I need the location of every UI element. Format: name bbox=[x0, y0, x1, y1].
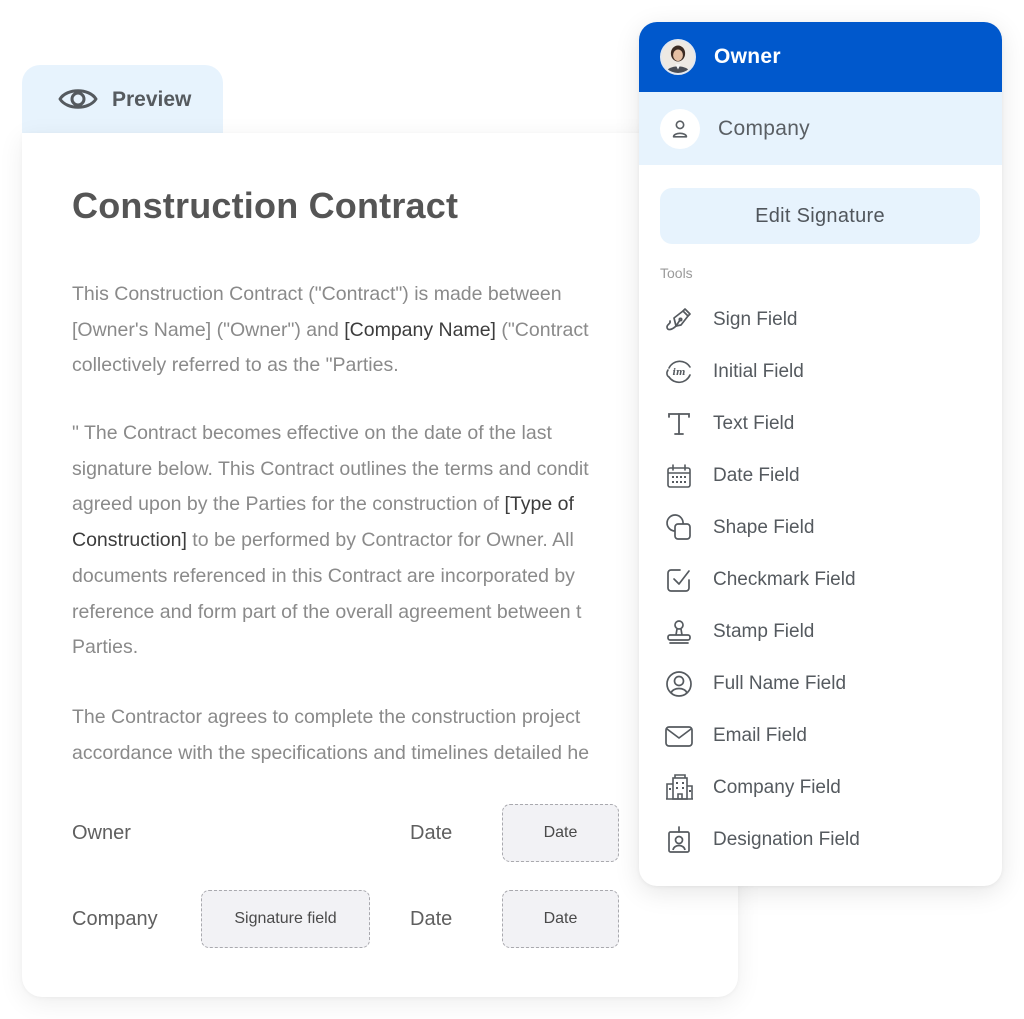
tool-label: Text Field bbox=[713, 413, 795, 434]
owner-date-field[interactable]: Date bbox=[502, 804, 619, 862]
company-date-field[interactable]: Date bbox=[502, 890, 619, 948]
placeholder-text: [Company Name] bbox=[344, 318, 496, 341]
edit-signature-button[interactable]: Edit Signature bbox=[660, 188, 980, 244]
tool-label: Checkmark Field bbox=[713, 569, 856, 590]
pen-nib-icon bbox=[666, 308, 691, 331]
tools-heading: Tools bbox=[660, 265, 693, 281]
tool-sign-field[interactable]: Sign Field bbox=[663, 294, 983, 346]
body-text: documents referenced in this Contract ar… bbox=[72, 564, 575, 587]
paragraph-line: Construction] to be performed by Contrac… bbox=[72, 523, 712, 559]
paragraph-line: Parties. bbox=[72, 630, 712, 666]
tool-label: Shape Field bbox=[713, 517, 815, 538]
owner-party-label: Owner bbox=[72, 822, 131, 844]
tool-label: Company Field bbox=[713, 777, 841, 798]
tool-designation-field[interactable]: Designation Field bbox=[663, 814, 983, 866]
owner-avatar bbox=[660, 39, 696, 75]
company-signature-field[interactable]: Signature field bbox=[201, 890, 370, 948]
contract-paragraph: This Construction Contract ("Contract") … bbox=[72, 277, 712, 384]
tool-email-field[interactable]: Email Field bbox=[663, 710, 983, 762]
tool-stamp-field[interactable]: Stamp Field bbox=[663, 606, 983, 658]
tool-text-field[interactable]: Text Field bbox=[663, 398, 983, 450]
paragraph-line: agreed upon by the Parties for the const… bbox=[72, 487, 712, 523]
tool-label: Stamp Field bbox=[713, 621, 815, 642]
body-text: [Owner's Name] ("Owner") and bbox=[72, 318, 345, 341]
role-owner-label: Owner bbox=[714, 45, 781, 68]
tools-list: Sign Field im Initial Field Text Field D… bbox=[663, 294, 983, 866]
calendar-icon bbox=[667, 464, 691, 488]
body-text: reference and form part of the overall a… bbox=[72, 600, 582, 623]
body-text: signature below. This Contract outlines … bbox=[72, 457, 589, 480]
svg-text:im: im bbox=[673, 368, 686, 378]
tool-initial-field[interactable]: im Initial Field bbox=[663, 346, 983, 398]
document-title: Construction Contract bbox=[72, 185, 459, 226]
body-text: collectively referred to as the "Parties… bbox=[72, 354, 399, 377]
tool-shape-field[interactable]: Shape Field bbox=[663, 502, 983, 554]
role-company-label: Company bbox=[718, 116, 810, 140]
body-text: This Construction Contract ("Contract") … bbox=[72, 283, 562, 305]
contract-paragraph: " The Contract becomes effective on the … bbox=[72, 416, 712, 666]
paragraph-line: " The Contract becomes effective on the … bbox=[72, 416, 712, 452]
owner-date-label: Date bbox=[410, 822, 453, 844]
body-text: agreed upon by the Parties for the const… bbox=[72, 493, 505, 516]
tool-label: Initial Field bbox=[713, 361, 804, 382]
role-owner[interactable]: Owner bbox=[639, 22, 1002, 92]
preview-tab-label: Preview bbox=[112, 88, 192, 111]
body-text: accordance with the specifications and t… bbox=[72, 741, 590, 764]
paragraph-line: collectively referred to as the "Parties… bbox=[72, 348, 712, 384]
placeholder-text: Construction] bbox=[72, 529, 187, 552]
body-text: to be performed by Contractor for Owner.… bbox=[186, 529, 574, 552]
tool-label: Full Name Field bbox=[713, 673, 847, 694]
person-icon bbox=[672, 119, 688, 138]
building-icon bbox=[666, 774, 693, 800]
contract-paragraph: The Contractor agrees to complete the co… bbox=[72, 700, 712, 771]
paragraph-line: signature below. This Contract outlines … bbox=[72, 452, 712, 488]
shapes-icon bbox=[666, 514, 691, 540]
tool-date-field[interactable]: Date Field bbox=[663, 450, 983, 502]
company-party-label: Company bbox=[72, 908, 158, 930]
tool-company-field[interactable]: Company Field bbox=[663, 762, 983, 814]
paragraph-line: This Construction Contract ("Contract") … bbox=[72, 277, 712, 313]
stamp-icon bbox=[667, 620, 691, 644]
paragraph-line: [Owner's Name] ("Owner") and [Company Na… bbox=[72, 313, 712, 349]
tool-label: Designation Field bbox=[713, 829, 860, 850]
tool-label: Date Field bbox=[713, 465, 800, 486]
document-preview: Construction Contract This Construction … bbox=[22, 133, 738, 997]
tool-label: Email Field bbox=[713, 725, 807, 746]
paragraph-line: reference and form part of the overall a… bbox=[72, 595, 712, 631]
tool-full-name-field[interactable]: Full Name Field bbox=[663, 658, 983, 710]
body-text: The Contractor agrees to complete the co… bbox=[72, 706, 581, 728]
tool-checkmark-field[interactable]: Checkmark Field bbox=[663, 554, 983, 606]
envelope-icon bbox=[665, 726, 693, 747]
paragraph-line: The Contractor agrees to complete the co… bbox=[72, 700, 712, 736]
eye-icon bbox=[58, 89, 98, 109]
placeholder-text: [Type of bbox=[504, 493, 574, 516]
paragraph-line: documents referenced in this Contract ar… bbox=[72, 559, 712, 595]
tool-label: Sign Field bbox=[713, 309, 798, 330]
role-company[interactable]: Company bbox=[639, 92, 1002, 165]
signer-tools-panel: Owner Company Edit Signature Tools Sign … bbox=[639, 22, 1002, 886]
text-icon bbox=[668, 413, 690, 435]
checkbox-icon bbox=[667, 569, 690, 592]
body-text: Parties. bbox=[72, 636, 139, 659]
company-date-label: Date bbox=[410, 908, 453, 930]
body-text: ("Contract bbox=[495, 318, 589, 341]
body-text: " The Contract becomes effective on the … bbox=[72, 422, 552, 444]
paragraph-line: accordance with the specifications and t… bbox=[72, 736, 712, 772]
id-badge-icon bbox=[668, 826, 690, 853]
initials-icon: im bbox=[666, 360, 691, 384]
user-circle-icon bbox=[666, 671, 692, 697]
